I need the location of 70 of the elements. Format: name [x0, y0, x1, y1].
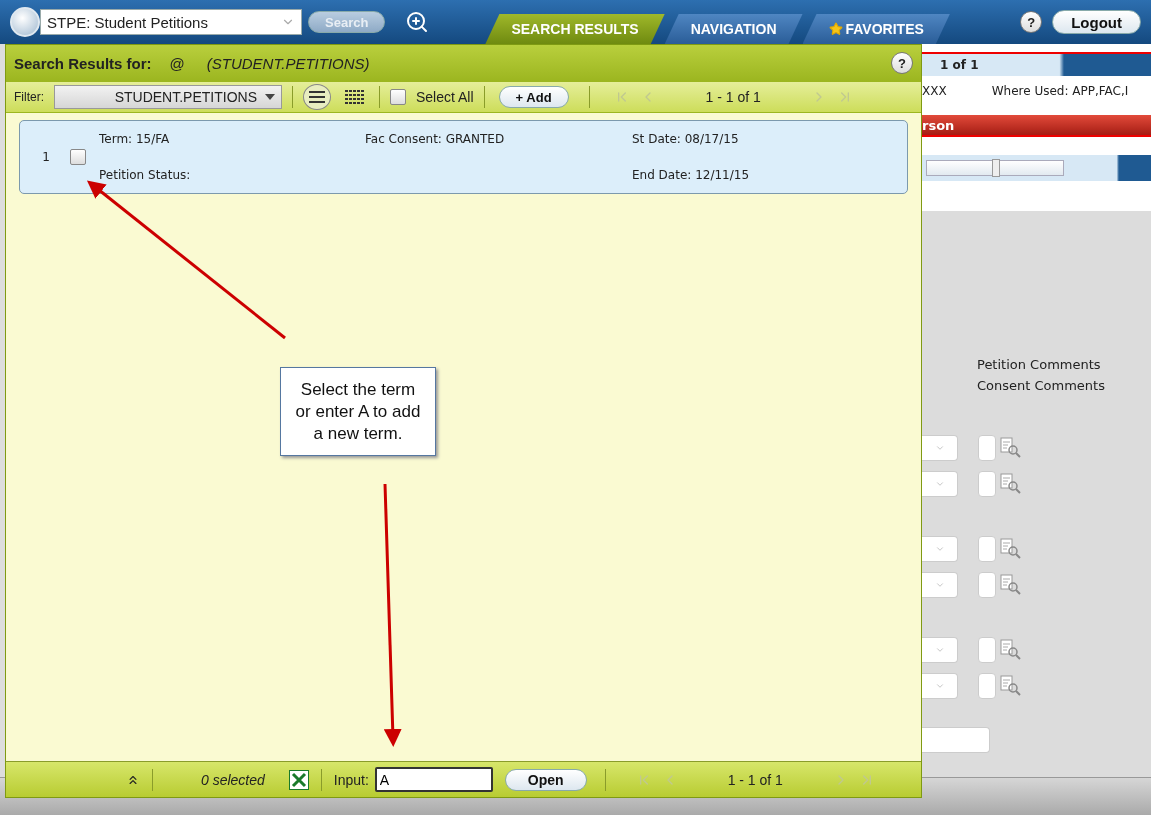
end-date-text: End Date: 12/11/15 [632, 168, 751, 182]
comment-field[interactable] [978, 572, 996, 598]
select-all-label: Select All [416, 89, 474, 105]
dropdown-field[interactable] [922, 673, 958, 699]
term-text: Term: 15/FA [99, 132, 171, 146]
result-row[interactable]: 1 Term: 15/FA Fac Consent: GRANTED St Date: 08/17/15 Petition Status: End Date: 12/11/15 [19, 120, 908, 194]
dropdown-field[interactable] [922, 435, 958, 461]
dropdown-field[interactable] [922, 471, 958, 497]
help-button[interactable]: ? [891, 52, 913, 74]
zoom-slider[interactable] [926, 160, 1064, 176]
start-date-text: St Date: 08/17/15 [632, 132, 740, 146]
pager-text: 1 - 1 of 1 [705, 89, 761, 105]
dropdown-field[interactable] [922, 572, 958, 598]
comment-field[interactable] [978, 673, 996, 699]
query-symbol: @ [169, 54, 185, 72]
comment-field[interactable] [978, 435, 996, 461]
comment-field[interactable] [978, 471, 996, 497]
input-field[interactable]: A [374, 767, 493, 792]
callout-text: Select the term or enter A to add a new term. [280, 367, 436, 456]
row-checkbox[interactable] [70, 149, 86, 165]
document-search-icon [1000, 473, 1022, 495]
nav-tab[interactable]: NAVIGATION [664, 14, 803, 44]
query-text: (STUDENT.PETITIONS) [206, 54, 370, 72]
row-number: 1 [42, 150, 50, 164]
spreadsheet-icon[interactable] [288, 769, 309, 790]
dropdown-field[interactable] [922, 536, 958, 562]
star-icon [828, 22, 843, 36]
where-used-text: Where Used: APP,FAC,I [991, 84, 1129, 98]
person-bar: rson [922, 115, 1151, 137]
column-heading: Petition Comments [977, 356, 1102, 374]
filter-label: Filter: [14, 90, 44, 104]
document-search-icon [1000, 574, 1022, 596]
panel-title: Search Results for: [14, 54, 152, 72]
column-heading: Consent Comments [977, 377, 1106, 395]
list-view-button[interactable] [303, 84, 331, 110]
text-field[interactable] [922, 727, 990, 753]
pager-text: 1 - 1 of 1 [727, 771, 783, 788]
document-search-icon [1000, 675, 1022, 697]
caret-icon [934, 544, 945, 554]
status-text: Petition Status: [99, 168, 192, 182]
grid-icon [345, 90, 365, 104]
zoom-icon[interactable] [405, 10, 430, 34]
caret-icon [934, 580, 945, 590]
select-all-checkbox[interactable] [390, 89, 406, 105]
open-button[interactable]: Open [504, 768, 587, 791]
caret-icon [265, 93, 275, 101]
slider-thumb[interactable] [992, 159, 1000, 177]
caret-icon [934, 443, 945, 453]
caret-icon [934, 479, 945, 489]
module-field[interactable]: STPE: Student Petitions [40, 9, 302, 35]
input-label: Input: [333, 771, 369, 788]
filter-dropdown[interactable]: STUDENT.PETITIONS [54, 85, 282, 109]
dropdown-field[interactable] [922, 637, 958, 663]
comment-field[interactable] [978, 536, 996, 562]
document-search-icon [1000, 639, 1022, 661]
list-icon [308, 90, 326, 104]
globe-icon [10, 7, 40, 37]
help-button[interactable]: ? [1020, 11, 1043, 33]
logout-button[interactable]: Logout [1052, 10, 1141, 34]
selected-count: 0 selected [201, 771, 265, 788]
comment-field[interactable] [978, 637, 996, 663]
consent-text: Fac Consent: GRANTED [365, 132, 506, 146]
nav-tab[interactable]: FAVORITES [802, 14, 950, 44]
record-pager: 1 of 1 [940, 58, 979, 72]
caret-icon [934, 681, 945, 691]
add-button[interactable]: + Add [498, 86, 569, 108]
document-search-icon [1000, 538, 1022, 560]
document-search-icon [1000, 437, 1022, 459]
caret-icon [934, 645, 945, 655]
record-text: XXX [922, 84, 947, 98]
